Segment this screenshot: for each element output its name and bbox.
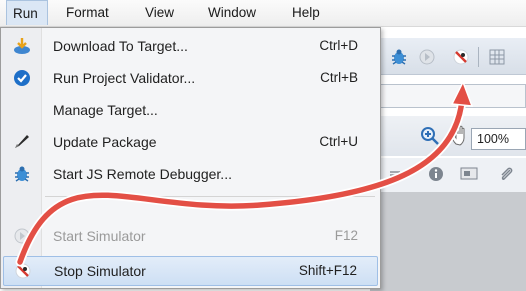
- menu-item-label: Run Project Validator...: [53, 70, 196, 86]
- menu-view[interactable]: View: [145, 0, 174, 26]
- zoom-level-field[interactable]: 100%: [471, 128, 526, 150]
- menu-separator: [45, 196, 375, 197]
- menu-item-label: Update Package: [53, 134, 157, 150]
- bug-icon: [15, 166, 29, 182]
- menu-item-manage-target[interactable]: Manage Target...: [3, 96, 378, 124]
- menu-window[interactable]: Window: [208, 0, 256, 26]
- menu-item-download-to-target[interactable]: Download To Target... Ctrl+D: [3, 32, 378, 60]
- stop-simulator-icon: [15, 263, 31, 279]
- stop-simulator-icon[interactable]: [452, 48, 470, 66]
- zoom-in-icon[interactable]: [420, 126, 440, 146]
- menu-item-label: Stop Simulator: [54, 263, 146, 279]
- editor-tab-strip: [370, 84, 526, 108]
- download-to-target-icon: [14, 38, 30, 54]
- start-simulator-icon[interactable]: [418, 48, 436, 66]
- menu-item-label: Start Simulator: [53, 228, 146, 244]
- menu-item-label: Manage Target...: [53, 102, 158, 118]
- canvas-area: [370, 192, 526, 291]
- checkmark-circle-icon: [14, 70, 30, 86]
- menu-item-start-js-remote-debugger[interactable]: Start JS Remote Debugger...: [3, 160, 378, 188]
- toolbar-separator: [478, 47, 479, 67]
- info-icon[interactable]: [428, 166, 444, 182]
- menu-item-shortcut: Shift+F12: [298, 263, 357, 278]
- grid-icon[interactable]: [488, 48, 506, 66]
- start-simulator-icon: [14, 228, 30, 244]
- menubar: Run Format View Window Help: [0, 0, 526, 27]
- align-icon[interactable]: [388, 168, 402, 182]
- menu-item-shortcut: Ctrl+U: [319, 134, 358, 149]
- menu-help[interactable]: Help: [292, 0, 320, 26]
- menu-format[interactable]: Format: [66, 0, 109, 26]
- pan-hand-icon[interactable]: [450, 124, 470, 146]
- menu-item-shortcut: F12: [334, 228, 358, 243]
- menu-item-run-project-validator[interactable]: Run Project Validator... Ctrl+B: [3, 64, 378, 92]
- main-toolbar: [370, 38, 526, 75]
- update-package-icon: [15, 135, 29, 148]
- menu-item-start-simulator[interactable]: Start Simulator F12: [3, 222, 378, 250]
- menu-item-stop-simulator[interactable]: Stop Simulator Shift+F12: [3, 256, 378, 286]
- attach-icon[interactable]: [498, 166, 514, 182]
- menu-item-label: Start JS Remote Debugger...: [53, 166, 232, 182]
- format-toolbar: [370, 158, 526, 192]
- run-menu-dropdown: Download To Target... Ctrl+D Run Project…: [0, 27, 381, 289]
- menu-item-update-package[interactable]: Update Package Ctrl+U: [3, 128, 378, 156]
- screen-icon[interactable]: [460, 166, 478, 182]
- menu-item-shortcut: Ctrl+D: [319, 38, 358, 53]
- menu-item-label: Download To Target...: [53, 38, 188, 54]
- menu-run[interactable]: Run: [6, 0, 48, 25]
- menu-item-shortcut: Ctrl+B: [320, 70, 358, 85]
- debugger-bug-icon[interactable]: [390, 48, 408, 66]
